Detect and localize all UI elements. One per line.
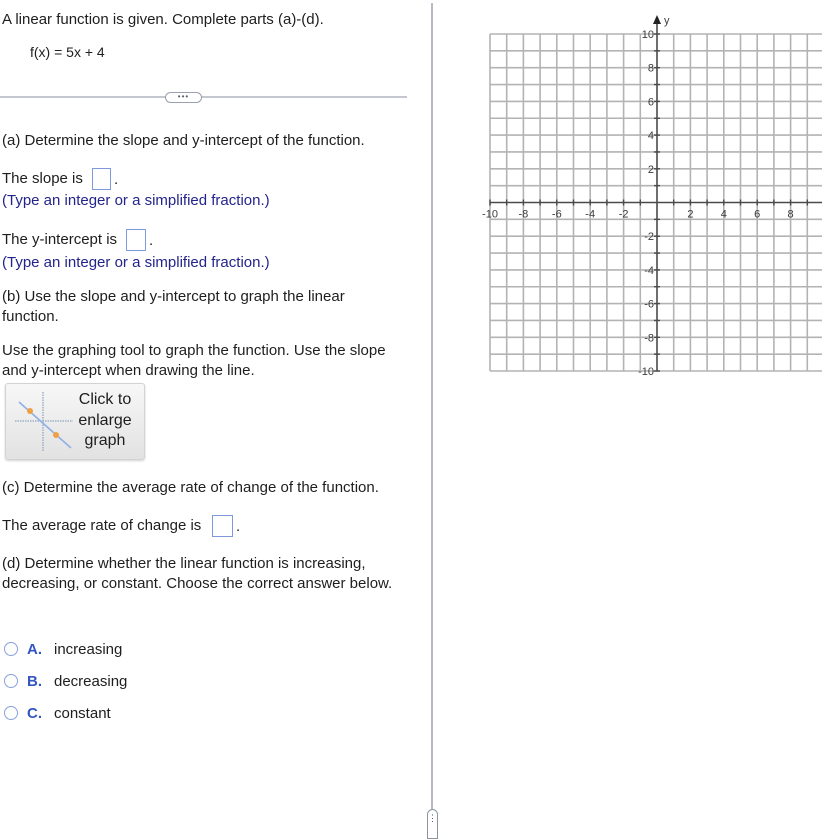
x-tick-label: 4 — [721, 209, 727, 221]
x-tick-label: 2 — [687, 209, 693, 221]
function-expression: f(x) = 5x + 4 — [30, 44, 105, 60]
y-tick-label: 8 — [648, 63, 654, 75]
slope-hint: (Type an integer or a simplified fractio… — [2, 192, 270, 209]
radio-a[interactable] — [4, 642, 18, 656]
x-tick-label: 6 — [754, 209, 760, 221]
y-tick-label: 4 — [648, 130, 654, 142]
graphing-tool-canvas[interactable]: y -10 -8 -6 -4 -2 2 4 6 8 10 8 6 4 2 -2 -4 -6 -8 -10 — [470, 0, 822, 390]
part-b-heading: (b) Use the slope and y-intercept to gra… — [2, 288, 345, 325]
option-a[interactable]: A. increasing — [4, 640, 144, 660]
panel-divider[interactable] — [431, 3, 433, 811]
y-tick-label: -8 — [644, 332, 654, 344]
graph-thumbnail-icon — [15, 392, 73, 452]
rate-prefix: The average rate of change is — [2, 517, 202, 534]
intercept-input[interactable] — [126, 229, 146, 251]
radio-c[interactable] — [4, 706, 18, 720]
y-tick-label: -4 — [644, 265, 654, 277]
enlarge-graph-button[interactable]: Click to enlarge graph — [5, 383, 145, 460]
divider-drag-handle[interactable]: ⋮ — [427, 809, 438, 839]
x-tick-label: -2 — [619, 209, 629, 221]
option-b-letter: B. — [27, 673, 42, 690]
y-axis-label: y — [664, 15, 670, 27]
option-b-text: decreasing — [54, 673, 128, 690]
separator-line — [0, 96, 407, 98]
part-c-heading: (c) Determine the average rate of change… — [2, 479, 379, 496]
y-tick-label: -6 — [644, 299, 654, 311]
rate-input[interactable] — [212, 515, 233, 537]
slope-prefix: The slope is — [2, 170, 83, 187]
part-d-heading: (d) Determine whether the linear functio… — [2, 555, 393, 592]
x-tick-label: -10 — [482, 209, 498, 221]
option-c-letter: C. — [27, 705, 42, 722]
option-a-text: increasing — [54, 641, 123, 658]
intercept-hint: (Type an integer or a simplified fractio… — [2, 254, 270, 271]
show-more-button[interactable]: ••• — [165, 92, 202, 103]
y-tick-label: 2 — [648, 164, 654, 176]
y-tick-label: -10 — [638, 366, 654, 378]
graph-instruction: Use the graphing tool to graph the funct… — [2, 342, 386, 379]
x-tick-label: -8 — [519, 209, 529, 221]
rate-period: . — [236, 518, 241, 535]
slope-period: . — [114, 171, 119, 188]
option-c-text: constant — [54, 705, 111, 722]
y-axis-arrow-icon — [653, 15, 661, 24]
option-a-letter: A. — [27, 641, 42, 658]
problem-intro: A linear function is given. Complete par… — [2, 11, 324, 28]
slope-input[interactable] — [92, 168, 111, 190]
y-tick-label: 10 — [642, 29, 654, 41]
option-b[interactable]: B. decreasing — [4, 672, 144, 692]
x-tick-label: -6 — [552, 209, 562, 221]
radio-b[interactable] — [4, 674, 18, 688]
intercept-period: . — [149, 232, 154, 249]
part-a-heading: (a) Determine the slope and y-intercept … — [2, 132, 365, 149]
enlarge-graph-label: Click to enlarge graph — [78, 391, 132, 449]
x-tick-label: -4 — [585, 209, 595, 221]
y-tick-label: 6 — [648, 96, 654, 108]
y-tick-label: -2 — [644, 231, 654, 243]
option-c[interactable]: C. constant — [4, 704, 144, 724]
intercept-prefix: The y-intercept is — [2, 231, 118, 248]
x-tick-label: 8 — [788, 209, 794, 221]
